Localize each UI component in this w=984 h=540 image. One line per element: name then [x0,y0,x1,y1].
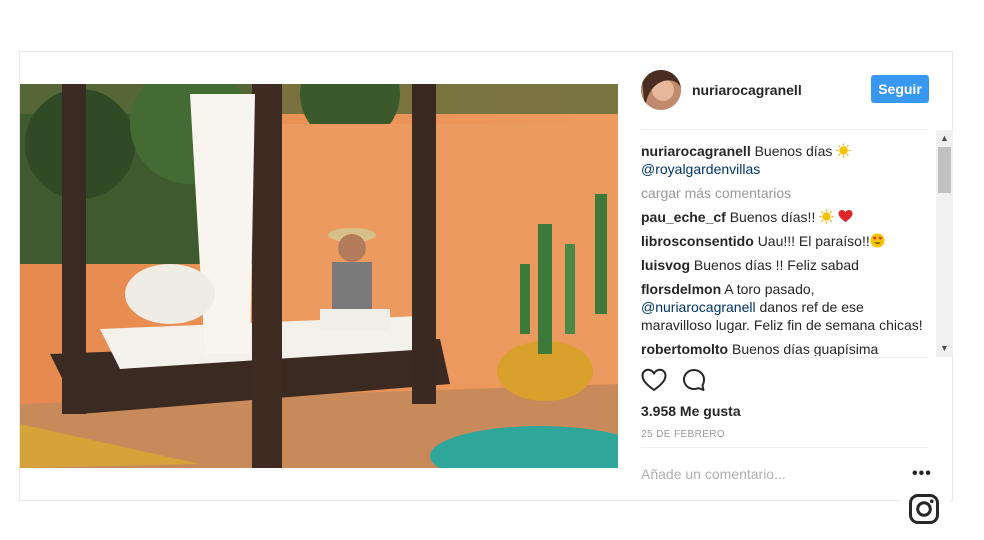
comment-username[interactable]: pau_eche_cf [641,209,726,225]
comment-item: pau_eche_cf Buenos días!! [641,208,933,226]
comment-mention[interactable]: @nuriarocagranell [641,299,756,315]
comment-item: luisvog Buenos días !! Feliz sabad [641,256,933,274]
comment-username[interactable]: robertomolto [641,341,728,356]
comment-text: Buenos días !! Feliz sabad [693,257,859,273]
caption-username[interactable]: nuriarocagranell [641,143,751,159]
comments-list[interactable]: nuriarocagranell Buenos días @royalgarde… [641,142,933,356]
comments-scrollbar[interactable]: ▲ ▼ [936,130,953,357]
post-date[interactable]: 25 DE FEBRERO [641,429,725,440]
comment-username[interactable]: florsdelmon [641,281,721,297]
post-header: nuriarocagranell Seguir [641,69,929,111]
comment-text: Buenos días guapísima [732,341,879,356]
comment-item: librosconsentido Uau!!! El paraíso!! [641,232,933,250]
post-photo[interactable] [20,84,618,468]
likes-count[interactable]: 3.958 Me gusta [641,403,741,419]
comment-text: A toro pasado, [724,281,815,297]
caption: nuriarocagranell Buenos días @royalgarde… [641,142,933,178]
heart-emoji-icon [838,209,853,223]
load-more-comments-link[interactable]: cargar más comentarios [641,184,933,202]
more-options-icon[interactable]: ••• [912,466,932,482]
heart-icon[interactable] [641,368,667,392]
comment-text: Uau!!! El paraíso!! [757,233,870,249]
comment-icon[interactable] [682,368,706,392]
caption-text: Buenos días [754,143,833,159]
heart-eyes-emoji-icon [870,233,885,248]
sun-emoji-icon [836,143,851,158]
instagram-icon[interactable] [909,494,939,524]
header-divider [641,129,929,130]
scroll-thumb[interactable] [938,147,951,193]
avatar[interactable] [641,70,681,110]
comment-text: Buenos días!! [729,209,816,225]
follow-button[interactable]: Seguir [871,75,929,103]
add-comment-input[interactable] [641,466,901,482]
comments-divider [641,357,929,358]
author-username[interactable]: nuriarocagranell [692,82,802,98]
comment-item: florsdelmon A toro pasado, @nuriarocagra… [641,280,933,334]
comment-username[interactable]: librosconsentido [641,233,754,249]
scroll-up-arrow-icon[interactable]: ▲ [936,130,953,147]
sun-emoji-icon [819,209,834,224]
footer-divider [641,447,929,448]
caption-mention[interactable]: @royalgardenvillas [641,161,760,177]
comment-username[interactable]: luisvog [641,257,690,273]
action-bar [641,368,741,394]
comment-item: robertomolto Buenos días guapísima [641,340,933,356]
instagram-logo-box [900,484,950,540]
scroll-down-arrow-icon[interactable]: ▼ [936,340,953,357]
